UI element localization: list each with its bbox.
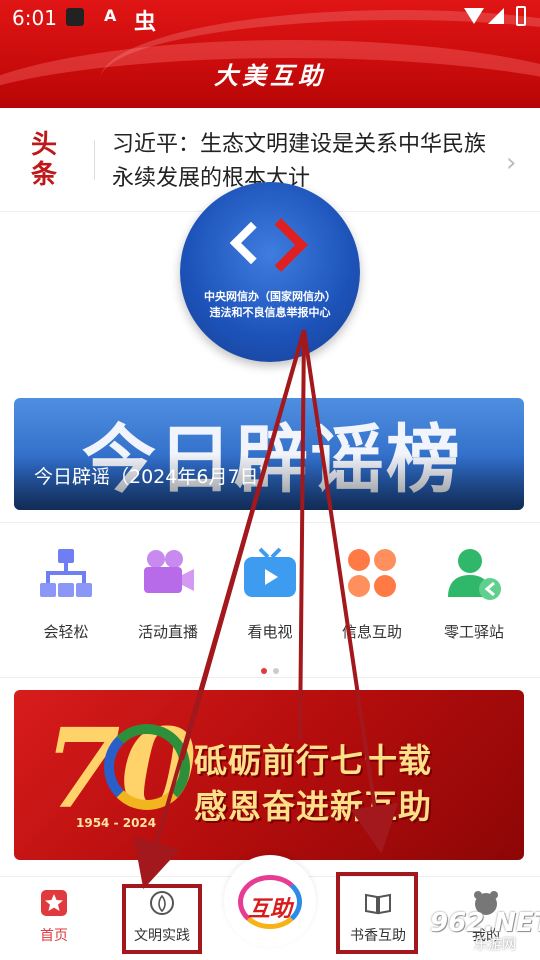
page-indicator [258, 659, 282, 678]
grid-item-hui-qingsong[interactable]: 会轻松 [12, 545, 120, 645]
report-center-badge[interactable]: 中央网信办（国家网信办） 违法和不良信息举报中心 [180, 182, 360, 372]
status-time: 6:01 [12, 6, 57, 30]
tab-huzhu[interactable]: 互助 [224, 855, 316, 947]
wifi-icon [464, 8, 484, 24]
app-title: 大美互助 [214, 61, 326, 90]
signal-icon [488, 8, 504, 24]
page-dot [273, 668, 279, 674]
debunk-banner-caption: 今日辟谣（2024年6月7日） [34, 466, 278, 488]
grid-item-label: 会轻松 [43, 623, 89, 641]
tab-label: 互助 [247, 897, 292, 922]
tab-home[interactable]: 首页 [4, 889, 104, 959]
anniversary-banner[interactable]: 70 1954 - 2024 砥砺前行七十载 感恩奋进新互助 [14, 690, 524, 860]
divider [94, 140, 95, 180]
org-chart-icon [38, 545, 94, 601]
anniversary-slogan-1: 砥砺前行七十载 [194, 741, 432, 780]
home-star-icon [40, 889, 68, 917]
tv-icon [242, 545, 298, 601]
headline-tag: 头条 [30, 130, 57, 190]
video-camera-icon [140, 545, 196, 601]
status-bar: 6:01 A 虫 [0, 0, 540, 36]
app-header: 6:01 A 虫 大美互助 [0, 0, 540, 108]
chevron-right-icon: › [506, 148, 517, 178]
bug-icon: 虫 [134, 10, 157, 35]
anniversary-years: 1954 - 2024 [76, 816, 157, 830]
tab-label: 首页 [40, 928, 68, 944]
highlight-box [336, 872, 418, 954]
battery-icon [516, 6, 526, 26]
notification-icon [66, 8, 84, 26]
debunk-banner[interactable]: 今日辟谣榜 今日辟谣（2024年6月7日） [14, 398, 524, 510]
highlight-box [122, 884, 202, 954]
badge-circle [180, 182, 360, 362]
grid-item-label: 零工驿站 [443, 623, 504, 641]
grid-item-tv[interactable]: 看电视 [216, 545, 324, 645]
badge-line-2: 违法和不良信息举报中心 [209, 306, 331, 319]
grid-item-gig-station[interactable]: 零工驿站 [420, 545, 528, 645]
grid-item-label: 信息互助 [341, 623, 402, 641]
grid-item-label: 活动直播 [137, 623, 198, 641]
grid-item-live[interactable]: 活动直播 [114, 545, 222, 645]
user-return-icon [446, 545, 502, 601]
badge-line-1: 中央网信办（国家网信办） [204, 290, 336, 303]
watermark-sub: 乐游网 [474, 937, 516, 953]
anniversary-slogan-2: 感恩奋进新互助 [194, 787, 432, 826]
headline-text: 习近平：生态文明建设是关系中华民族永续发展的根本大计 [112, 132, 487, 191]
app-notification-icon: A [104, 6, 117, 25]
clover-icon [344, 545, 400, 601]
page-dot-active [261, 668, 267, 674]
grid-item-label: 看电视 [247, 623, 293, 641]
grid-item-info-mutual[interactable]: 信息互助 [318, 545, 426, 645]
anniversary-emblem-icon [104, 724, 190, 810]
feature-grid: 会轻松 活动直播 看电视 信息互助 零工驿站 [0, 522, 540, 678]
